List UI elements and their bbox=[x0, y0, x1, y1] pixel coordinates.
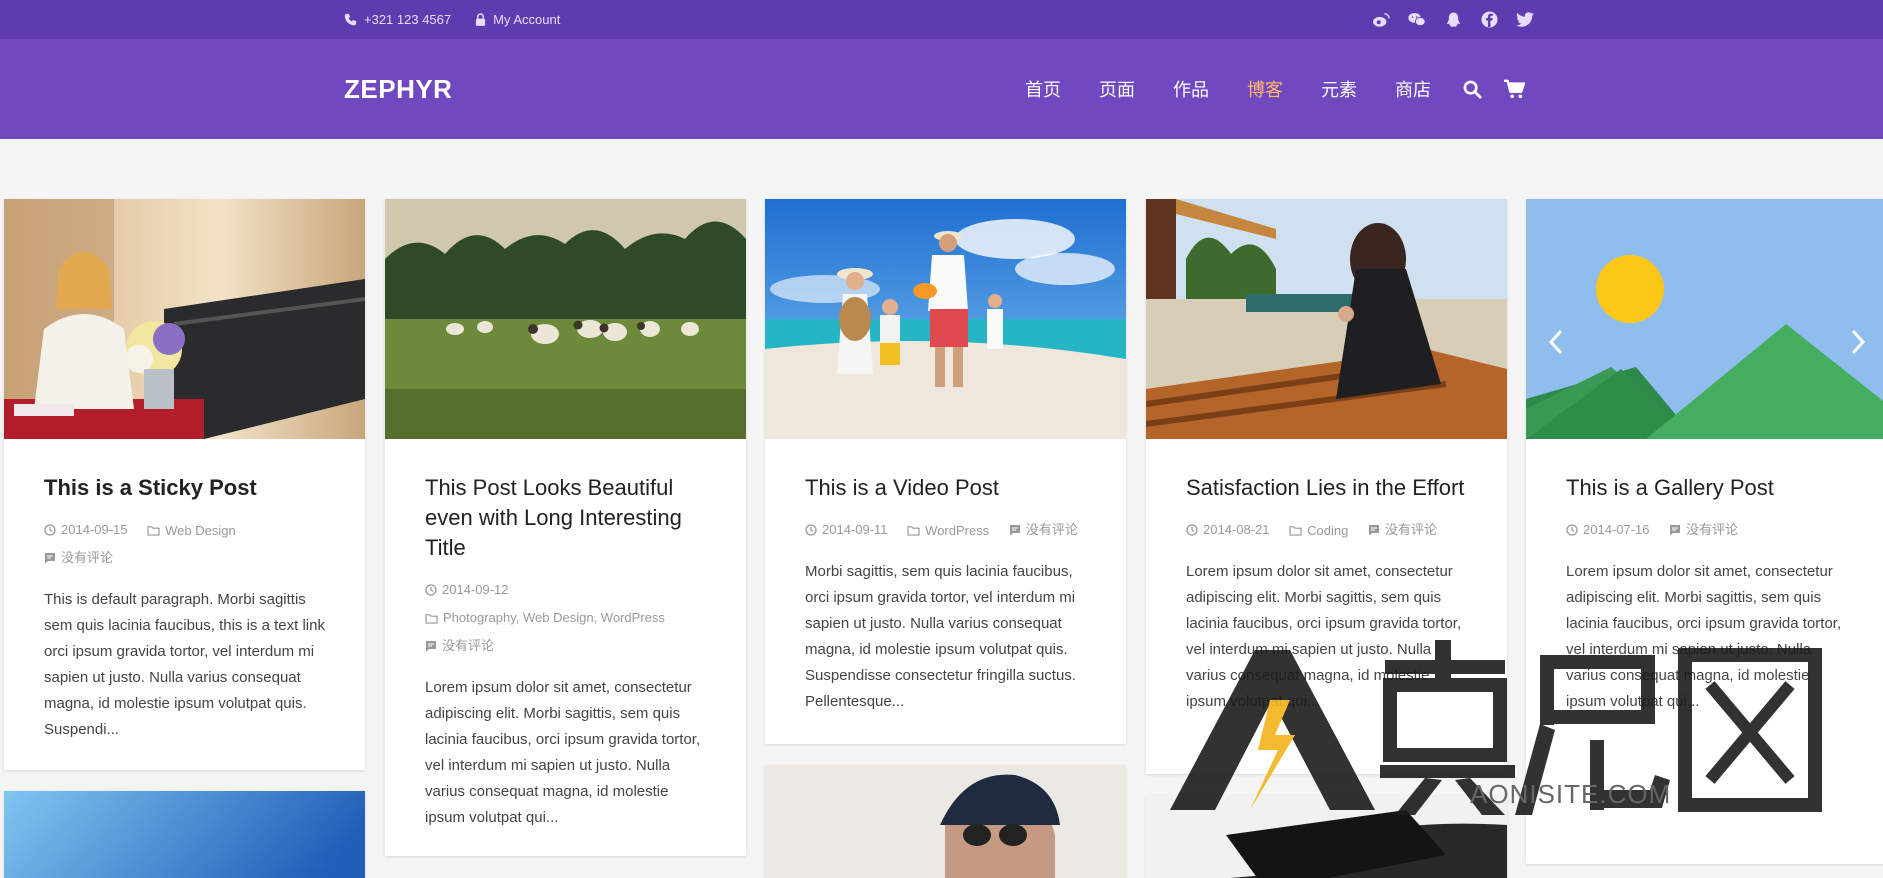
post-title[interactable]: Satisfaction Lies in the Effort bbox=[1186, 473, 1467, 503]
post-excerpt: Lorem ipsum dolor sit amet, consectetur … bbox=[425, 678, 701, 826]
slider-prev-arrow[interactable] bbox=[1546, 327, 1566, 357]
post-excerpt: Morbi sagittis, sem quis lacinia faucibu… bbox=[805, 563, 1076, 710]
post-categories[interactable]: Coding bbox=[1289, 518, 1348, 544]
clock-icon bbox=[44, 524, 56, 536]
search-icon[interactable] bbox=[1461, 78, 1483, 100]
folder-icon bbox=[425, 613, 438, 624]
post-comments[interactable]: 没有评论 bbox=[1368, 517, 1437, 543]
post-thumbnail[interactable] bbox=[4, 791, 365, 878]
facebook-icon[interactable] bbox=[1480, 11, 1498, 29]
post-date: 2014-09-12 bbox=[425, 577, 509, 603]
post-title[interactable]: This is a Gallery Post bbox=[1566, 473, 1847, 503]
post-title[interactable]: This is a Sticky Post bbox=[44, 473, 325, 503]
post-meta: 2014-09-15 Web Design 没有评论 bbox=[44, 517, 325, 573]
post-thumbnail[interactable] bbox=[385, 199, 746, 439]
weibo-icon[interactable] bbox=[1372, 11, 1390, 29]
post-meta: 2014-09-11 WordPress 没有评论 bbox=[805, 517, 1086, 545]
post-card bbox=[4, 791, 365, 878]
comment-icon bbox=[1368, 525, 1379, 536]
gallery-slider[interactable] bbox=[1526, 199, 1883, 439]
post-date: 2014-07-16 bbox=[1566, 517, 1650, 543]
post-meta: 2014-08-21 Coding 没有评论 bbox=[1186, 517, 1467, 545]
comment-icon bbox=[426, 640, 436, 651]
wechat-icon[interactable] bbox=[1408, 11, 1426, 29]
clock-icon bbox=[1186, 524, 1198, 536]
post-card: This Post Looks Beautiful even with Long… bbox=[385, 199, 746, 856]
post-categories[interactable]: Web Design bbox=[147, 518, 236, 544]
comment-icon bbox=[1670, 525, 1681, 536]
comment-icon bbox=[1009, 525, 1020, 536]
post-thumbnail[interactable] bbox=[765, 765, 1126, 878]
my-account-label: My Account bbox=[493, 12, 561, 27]
post-card: This is a Video Post 2014-09-11 WordPres… bbox=[765, 199, 1126, 744]
post-title[interactable]: This Post Looks Beautiful even with Long… bbox=[425, 473, 706, 563]
post-comments[interactable]: 没有评论 bbox=[1669, 517, 1738, 543]
post-meta: 2014-07-16 没有评论 bbox=[1566, 517, 1847, 545]
phone-contact[interactable]: +321 123 4567 bbox=[344, 12, 451, 27]
folder-icon bbox=[907, 526, 920, 536]
main-nav: 首页 页面 作品 博客 元素 商店 bbox=[1025, 39, 1545, 139]
post-comments[interactable]: 没有评论 bbox=[44, 545, 113, 571]
my-account-link[interactable]: My Account bbox=[475, 12, 560, 27]
phone-icon bbox=[344, 13, 357, 26]
nav-item-pages[interactable]: 页面 bbox=[1099, 76, 1135, 102]
post-title[interactable]: This is a Video Post bbox=[805, 473, 1086, 503]
post-comments[interactable]: 没有评论 bbox=[1009, 517, 1078, 543]
post-thumbnail[interactable] bbox=[4, 199, 365, 439]
post-card bbox=[765, 765, 1126, 878]
folder-icon bbox=[1289, 526, 1302, 536]
clock-icon bbox=[425, 584, 437, 596]
post-card: This is a Sticky Post 2014-09-15 Web Des… bbox=[4, 199, 365, 770]
clock-icon bbox=[805, 524, 817, 536]
cart-icon[interactable] bbox=[1503, 78, 1525, 100]
top-bar: +321 123 4567 My Account bbox=[0, 0, 1883, 39]
nav-item-portfolio[interactable]: 作品 bbox=[1173, 76, 1209, 102]
post-thumbnail[interactable] bbox=[765, 199, 1126, 439]
post-thumbnail[interactable] bbox=[1146, 199, 1507, 439]
post-meta: 2014-09-12 Photography, Web Design, Word… bbox=[425, 577, 706, 661]
slider-next-arrow[interactable] bbox=[1848, 327, 1868, 357]
lock-icon bbox=[476, 13, 486, 26]
clock-icon bbox=[1566, 524, 1578, 536]
post-date: 2014-08-21 bbox=[1186, 517, 1270, 543]
post-date: 2014-09-11 bbox=[805, 517, 888, 543]
comment-icon bbox=[45, 553, 55, 564]
post-excerpt: This is default paragraph. Morbi sagitti… bbox=[44, 591, 325, 738]
watermark-text: AONISITE.COM bbox=[1470, 779, 1672, 809]
nav-item-shop[interactable]: 商店 bbox=[1395, 76, 1431, 102]
post-date: 2014-09-15 bbox=[44, 517, 128, 543]
qq-icon[interactable] bbox=[1444, 11, 1462, 29]
post-categories[interactable]: WordPress bbox=[907, 518, 989, 544]
site-logo[interactable]: ZEPHYR bbox=[344, 39, 452, 139]
phone-number: +321 123 4567 bbox=[364, 12, 452, 27]
nav-item-home[interactable]: 首页 bbox=[1025, 76, 1061, 102]
post-categories[interactable]: Photography, Web Design, WordPress bbox=[425, 605, 665, 631]
post-comments[interactable]: 没有评论 bbox=[425, 633, 494, 659]
folder-icon bbox=[147, 526, 160, 536]
nav-item-blog[interactable]: 博客 bbox=[1247, 76, 1283, 102]
twitter-icon[interactable] bbox=[1516, 11, 1534, 29]
nav-item-elements[interactable]: 元素 bbox=[1321, 76, 1357, 102]
main-header: ZEPHYR 首页 页面 作品 博客 元素 商店 bbox=[0, 39, 1883, 139]
